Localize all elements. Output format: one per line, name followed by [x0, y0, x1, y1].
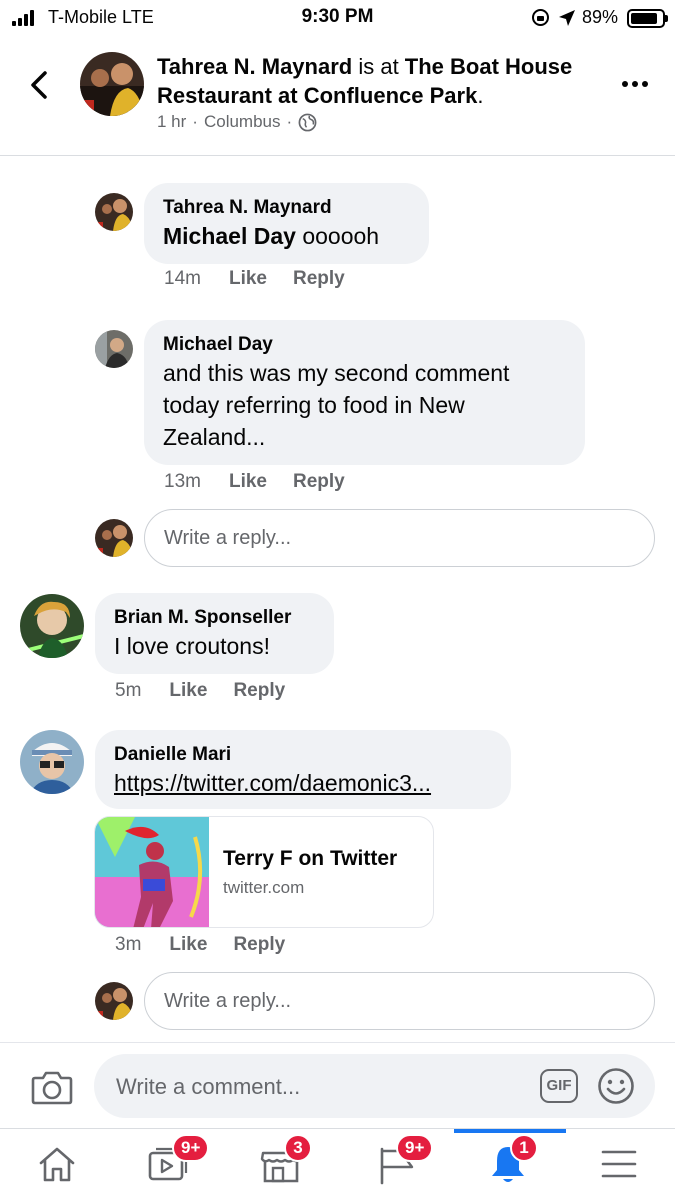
rotation-lock-icon: [532, 9, 549, 26]
reply-button[interactable]: Reply: [293, 268, 345, 290]
battery-icon: [627, 9, 668, 28]
avatar[interactable]: [95, 193, 133, 231]
post-meta: 1 hr · Columbus ·: [157, 112, 317, 132]
like-button[interactable]: Like: [169, 934, 207, 956]
like-button[interactable]: Like: [229, 471, 267, 493]
comment-text: Michael Day oooooh: [163, 223, 380, 249]
tab-home[interactable]: [0, 1129, 112, 1200]
comment-bubble[interactable]: Tahrea N. Maynard Michael Day oooooh: [144, 183, 429, 264]
post-time[interactable]: 1 hr: [157, 112, 186, 132]
comment-time: 14m: [164, 268, 201, 289]
post-location: Columbus: [203, 112, 281, 131]
comment-bubble[interactable]: Michael Day and this was my second comme…: [144, 320, 585, 465]
link-preview-domain: twitter.com: [223, 878, 305, 897]
menu-icon: [601, 1150, 637, 1178]
like-button[interactable]: Like: [169, 680, 207, 702]
comment-link[interactable]: https://twitter.com/daemonic3...: [114, 767, 491, 799]
comment-actions: 14m Like Reply: [164, 268, 371, 290]
comment-author[interactable]: Michael Day: [163, 332, 565, 357]
globe-icon: [298, 113, 317, 131]
mention[interactable]: Michael Day: [163, 223, 296, 249]
current-user-avatar: [95, 982, 133, 1020]
comment-input-placeholder: Write a comment...: [116, 1074, 301, 1099]
avatar[interactable]: [20, 730, 84, 794]
comment-bubble[interactable]: Brian M. Sponseller I love croutons!: [95, 593, 334, 674]
status-bar: T-Mobile LTE 9:30 PM 89%: [0, 0, 675, 36]
link-preview-image: [95, 817, 209, 927]
notifications-badge: 1: [510, 1134, 538, 1162]
tab-marketplace[interactable]: 3: [224, 1129, 336, 1200]
comment-time: 3m: [115, 934, 142, 955]
comment-bubble[interactable]: Danielle Mari https://twitter.com/daemon…: [95, 730, 511, 809]
comment-time: 5m: [115, 680, 142, 701]
comment-author[interactable]: Tahrea N. Maynard: [163, 195, 409, 220]
comment-time: 13m: [164, 471, 201, 492]
author-name[interactable]: Tahrea N. Maynard: [157, 54, 352, 79]
reply-input[interactable]: Write a reply...: [144, 972, 655, 1030]
home-icon: [39, 1147, 75, 1182]
tab-pages[interactable]: 9+: [336, 1129, 448, 1200]
reply-button[interactable]: Reply: [233, 934, 285, 956]
post-header: Tahrea N. Maynard is at The Boat House R…: [0, 36, 675, 156]
comment-composer: Write a comment... GIF: [0, 1042, 675, 1128]
more-options-icon[interactable]: [622, 81, 648, 87]
link-preview-title: Terry F on Twitter: [223, 847, 398, 870]
watch-badge: 9+: [172, 1134, 210, 1162]
battery-percent: 89%: [582, 7, 619, 27]
bottom-tab-bar: 9+ 3 9+ 1: [0, 1128, 675, 1200]
comment-text: and this was my second comment today ref…: [163, 360, 510, 450]
tab-notifications[interactable]: 1: [454, 1129, 566, 1200]
reply-input[interactable]: Write a reply...: [144, 509, 655, 567]
location-arrow-icon: [559, 10, 575, 26]
tab-watch[interactable]: 9+: [112, 1129, 224, 1200]
reply-button[interactable]: Reply: [233, 680, 285, 702]
comment-actions: 13m Like Reply: [164, 471, 371, 493]
comment-author[interactable]: Brian M. Sponseller: [114, 605, 314, 630]
pages-badge: 9+: [396, 1134, 434, 1162]
marketplace-badge: 3: [284, 1134, 312, 1162]
link-preview-card[interactable]: Terry F on Twitter twitter.com: [94, 816, 434, 928]
avatar[interactable]: [20, 594, 84, 658]
comment-actions: 3m Like Reply: [115, 934, 311, 956]
comment-text: I love croutons!: [114, 633, 270, 659]
tab-menu[interactable]: [563, 1129, 675, 1200]
post-title: Tahrea N. Maynard is at The Boat House R…: [157, 54, 573, 108]
gif-button[interactable]: GIF: [540, 1069, 578, 1103]
comment-author[interactable]: Danielle Mari: [114, 742, 491, 767]
camera-icon[interactable]: [31, 1069, 73, 1105]
comment-input[interactable]: Write a comment... GIF: [94, 1054, 655, 1118]
author-avatar[interactable]: [80, 52, 144, 116]
emoji-icon[interactable]: [597, 1067, 635, 1105]
comment-actions: 5m Like Reply: [115, 680, 311, 702]
reply-button[interactable]: Reply: [293, 471, 345, 493]
back-arrow-icon[interactable]: [28, 70, 50, 100]
current-user-avatar: [95, 519, 133, 557]
like-button[interactable]: Like: [229, 268, 267, 290]
avatar[interactable]: [95, 330, 133, 368]
